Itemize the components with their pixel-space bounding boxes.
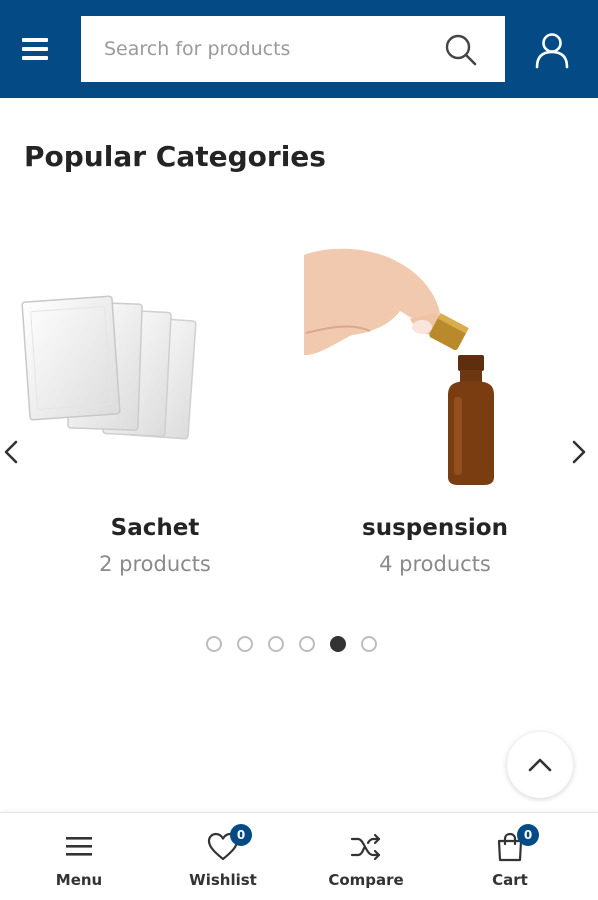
- pagination-dot[interactable]: [361, 636, 377, 652]
- carousel-next-button[interactable]: [566, 437, 590, 467]
- search-icon: [445, 34, 477, 66]
- toolbar-menu[interactable]: Menu: [19, 813, 139, 900]
- carousel-prev-button[interactable]: [0, 437, 24, 467]
- toolbar-label: Cart: [492, 871, 528, 889]
- dropper-bottle-image: [304, 248, 494, 485]
- cart-count-badge: 0: [517, 824, 539, 846]
- chevron-right-icon: [572, 440, 586, 464]
- toolbar-label: Compare: [328, 871, 404, 889]
- toolbar-compare[interactable]: Compare: [306, 813, 426, 900]
- site-header: [0, 0, 598, 98]
- toolbar-cart[interactable]: 0 Cart: [450, 813, 570, 900]
- toolbar-label: Wishlist: [189, 871, 257, 889]
- carousel-pagination: [206, 636, 377, 654]
- toolbar-wishlist[interactable]: 0 Wishlist: [163, 813, 283, 900]
- search-box: [81, 16, 505, 82]
- account-button[interactable]: [533, 31, 571, 69]
- section-title: Popular Categories: [24, 140, 326, 173]
- user-icon: [535, 33, 569, 69]
- pagination-dot[interactable]: [237, 636, 253, 652]
- hamburger-icon: [66, 837, 92, 856]
- bottom-toolbar: Menu 0 Wishlist Compare 0 Cart: [0, 812, 598, 900]
- shuffle-icon: [350, 833, 381, 861]
- menu-button[interactable]: [18, 33, 52, 65]
- pagination-dot[interactable]: [299, 636, 315, 652]
- toolbar-label: Menu: [55, 871, 103, 889]
- category-name: suspension: [362, 515, 508, 541]
- pagination-dot[interactable]: [268, 636, 284, 652]
- sachet-image: [21, 295, 197, 440]
- category-card-suspension[interactable]: suspension 4 products: [300, 215, 570, 595]
- scroll-to-top-button[interactable]: [507, 732, 573, 798]
- category-carousel: Sachet 2 products suspension 4 products: [0, 215, 598, 605]
- pagination-dot[interactable]: [206, 636, 222, 652]
- wishlist-count-badge: 0: [230, 824, 252, 846]
- category-count: 4 products: [379, 552, 491, 576]
- hamburger-icon: [22, 38, 48, 60]
- search-input[interactable]: [81, 16, 441, 82]
- category-count: 2 products: [99, 552, 211, 576]
- pagination-dot-active[interactable]: [330, 636, 346, 652]
- category-card-sachet[interactable]: Sachet 2 products: [20, 215, 290, 595]
- chevron-left-icon: [4, 440, 18, 464]
- chevron-up-icon: [528, 758, 552, 772]
- category-name: Sachet: [110, 515, 200, 541]
- search-button[interactable]: [443, 32, 479, 68]
